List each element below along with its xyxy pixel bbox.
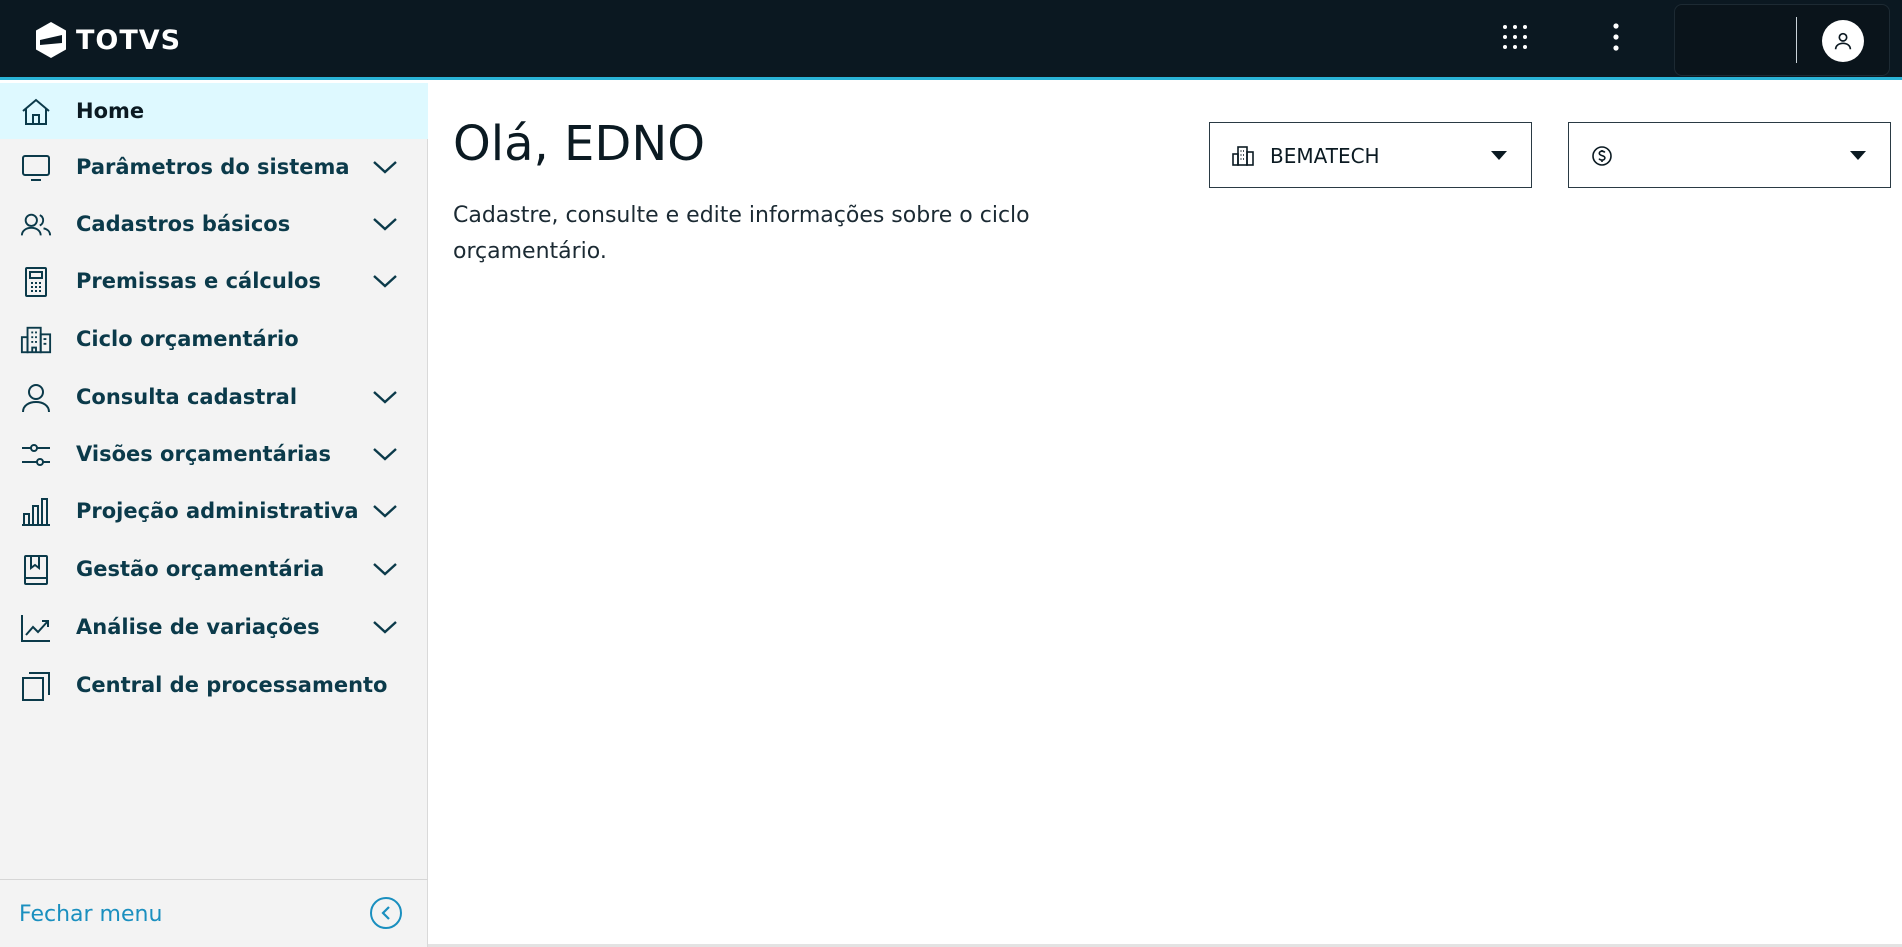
sidebar-item-basic-registers[interactable]: Cadastros básicos — [0, 196, 428, 252]
more-vertical-icon — [1613, 23, 1619, 51]
sidebar-item-budget-cycle[interactable]: Ciclo orçamentário — [0, 311, 428, 367]
building-icon — [20, 325, 52, 355]
bar-chart-icon — [20, 497, 52, 527]
sidebar-item-label: Home — [76, 99, 145, 123]
chevron-down-icon[interactable] — [372, 444, 398, 464]
sidebar-item-administrative-projection[interactable]: Projeção administrativa — [0, 483, 428, 539]
chevron-down-icon[interactable] — [372, 617, 398, 637]
sidebar-item-label: Central de processamento — [76, 673, 388, 697]
sidebar: Home Parâmetros do sistema Cadastros bás… — [0, 83, 428, 947]
user-icon — [20, 383, 52, 413]
collapse-menu-button[interactable] — [370, 897, 402, 929]
sidebar-item-label: Consulta cadastral — [76, 385, 298, 409]
chevron-down-icon[interactable] — [372, 157, 398, 177]
company-select[interactable]: BEMATECH — [1209, 122, 1532, 188]
chevron-down-icon[interactable] — [372, 387, 398, 407]
chevron-down-icon[interactable] — [372, 559, 398, 579]
sidebar-footer: Fechar menu — [0, 879, 428, 947]
sidebar-item-budget-management[interactable]: Gestão orçamentária — [0, 541, 428, 597]
avatar[interactable] — [1822, 20, 1864, 62]
sidebar-item-label: Projeção administrativa — [76, 499, 359, 523]
page-subtitle: Cadastre, consulte e edite informações s… — [453, 203, 1030, 264]
calculator-icon — [20, 267, 52, 297]
chevron-left-icon — [381, 906, 390, 920]
book-icon — [20, 555, 52, 585]
home-icon — [20, 97, 52, 127]
user-panel — [1674, 4, 1890, 76]
page-title: Olá, EDNO — [453, 116, 706, 172]
sidebar-item-label: Gestão orçamentária — [76, 557, 325, 581]
close-menu-link[interactable]: Fechar menu — [19, 902, 162, 927]
user-icon — [1834, 32, 1852, 50]
building-icon — [1232, 145, 1254, 167]
chevron-down-icon[interactable] — [372, 214, 398, 234]
sidebar-item-system-parameters[interactable]: Parâmetros do sistema — [0, 139, 428, 195]
sidebar-item-registry-query[interactable]: Consulta cadastral — [0, 369, 428, 425]
sidebar-item-budget-views[interactable]: Visões orçamentárias — [0, 426, 428, 482]
totvs-logo-icon — [36, 22, 66, 58]
users-icon — [20, 210, 52, 240]
sidebar-item-label: Ciclo orçamentário — [76, 327, 299, 351]
currency-select[interactable] — [1568, 122, 1891, 188]
copy-icon — [20, 671, 52, 701]
caret-down-icon — [1491, 151, 1507, 160]
sidebar-item-label: Análise de variações — [76, 615, 320, 639]
user-divider — [1796, 17, 1797, 63]
company-select-value: BEMATECH — [1270, 144, 1380, 168]
sidebar-item-processing-center[interactable]: Central de processamento — [0, 657, 428, 713]
top-header: TOTVS — [0, 0, 1902, 80]
more-options-button[interactable] — [1601, 20, 1631, 54]
sidebar-item-label: Visões orçamentárias — [76, 442, 331, 466]
currency-icon — [1591, 145, 1613, 167]
trend-icon — [20, 613, 52, 643]
chevron-down-icon[interactable] — [372, 271, 398, 291]
chevron-down-icon[interactable] — [372, 501, 398, 521]
sidebar-item-variance-analysis[interactable]: Análise de variações — [0, 599, 428, 655]
grid-apps-icon — [1503, 25, 1527, 49]
apps-button[interactable] — [1500, 22, 1530, 52]
totvs-logo[interactable]: TOTVS — [34, 20, 181, 60]
monitor-icon — [20, 153, 52, 183]
sliders-icon — [20, 440, 52, 470]
sidebar-item-label: Premissas e cálculos — [76, 269, 321, 293]
sidebar-item-label: Cadastros básicos — [76, 212, 291, 236]
sidebar-item-label: Parâmetros do sistema — [76, 155, 350, 179]
brand-name: TOTVS — [76, 24, 182, 56]
caret-down-icon — [1850, 151, 1866, 160]
sidebar-item-home[interactable]: Home — [0, 83, 428, 139]
sidebar-item-premises-calculations[interactable]: Premissas e cálculos — [0, 253, 428, 309]
